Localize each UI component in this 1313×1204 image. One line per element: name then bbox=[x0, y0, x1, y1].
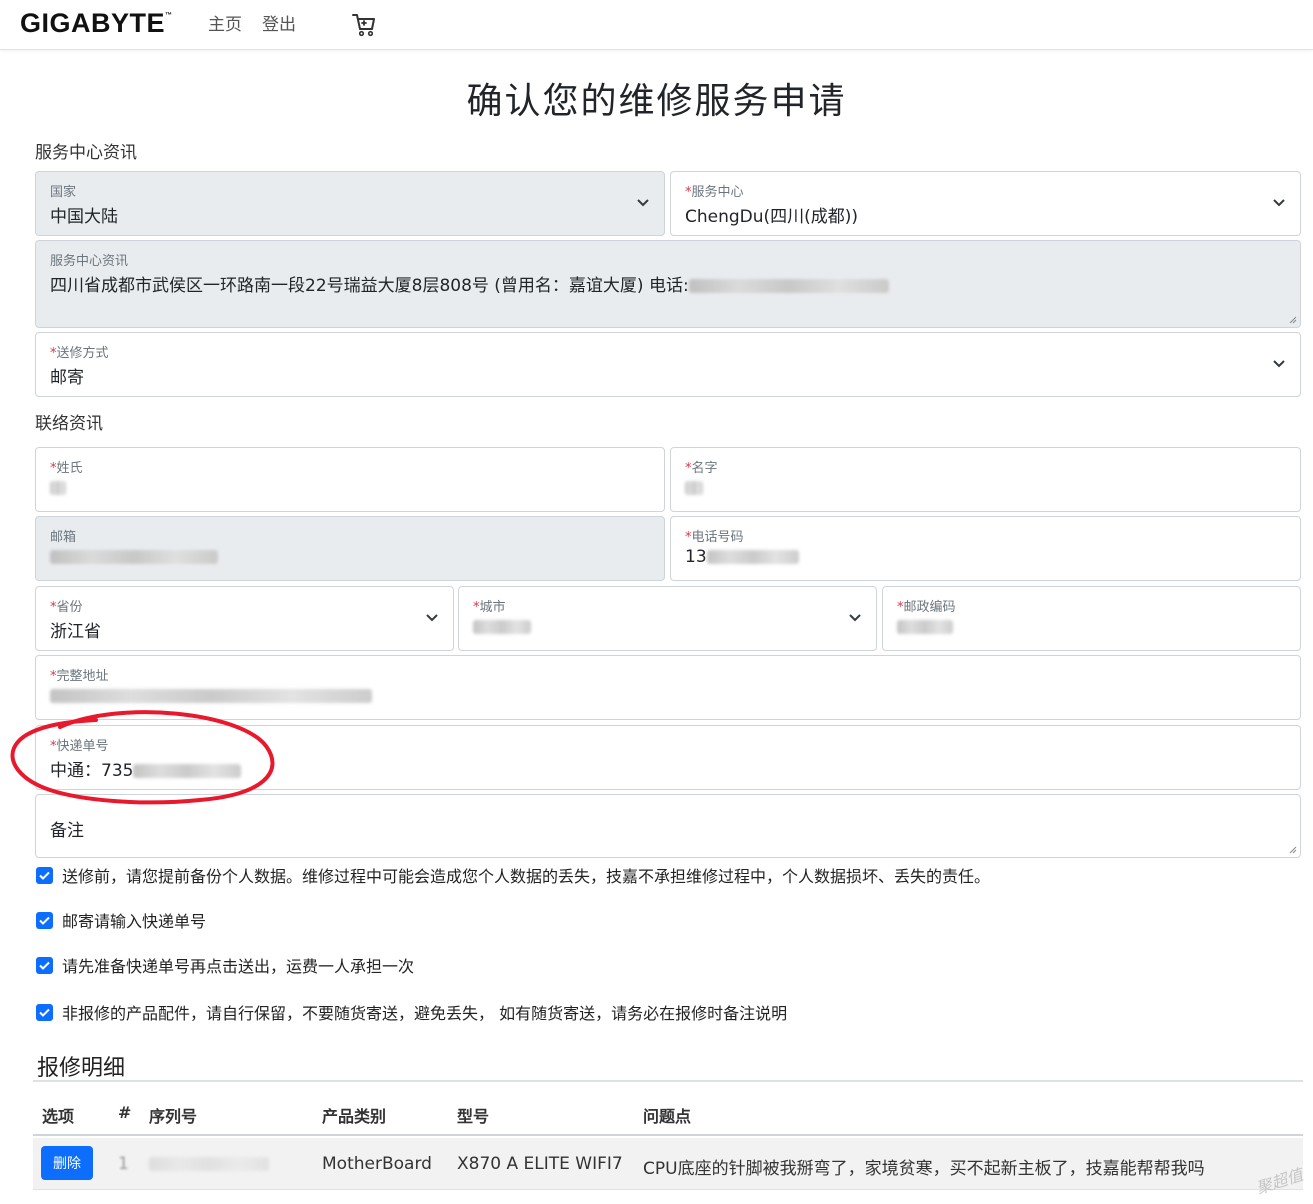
city-value bbox=[473, 617, 531, 637]
city-select[interactable]: *城市 bbox=[458, 586, 877, 651]
repair-detail-title: 报修明细 bbox=[37, 1056, 126, 1081]
row-category: MotherBoard bbox=[322, 1154, 432, 1174]
province-value: 浙江省 bbox=[50, 622, 101, 642]
row-index: 1 bbox=[118, 1154, 129, 1174]
phone-field[interactable]: *电话号码 13 bbox=[670, 516, 1301, 581]
table-row: 删除 1 MotherBoard X870 A ELITE WIFI7 CPU底… bbox=[33, 1138, 1303, 1190]
row-model: X870 A ELITE WIFI7 bbox=[457, 1154, 623, 1174]
province-label: *省份 bbox=[50, 600, 83, 615]
page-title: 确认您的维修服务申请 bbox=[466, 81, 847, 122]
row-issue: CPU底座的针脚被我掰弯了，家境贫寒，买不起新主板了，技嘉能帮帮我吗 bbox=[643, 1159, 1205, 1179]
phone-value: 13 bbox=[685, 547, 799, 567]
postal-code-value bbox=[897, 617, 953, 637]
redacted-surname bbox=[50, 481, 66, 495]
chevron-down-icon bbox=[1273, 199, 1285, 207]
redacted-phone-number bbox=[706, 550, 799, 564]
given-name-label: *名字 bbox=[685, 461, 718, 476]
nav-link-home[interactable]: 主页 bbox=[208, 10, 242, 35]
col-index: # bbox=[118, 1103, 132, 1122]
email-label: 邮箱 bbox=[50, 530, 77, 545]
email-field[interactable]: 邮箱 bbox=[35, 516, 665, 581]
check-backup-label: 送修前，请您提前备份个人数据。维修过程中可能会造成您个人数据的丢失，技嘉不承担维… bbox=[62, 867, 991, 886]
section-service-center: 服务中心资讯 bbox=[35, 143, 137, 163]
tracking-number-label: *快递单号 bbox=[50, 739, 109, 754]
check-accessories-label: 非报修的产品配件，请自行保留，不要随货寄送，避免丢失， 如有随货寄送，请务必在报… bbox=[62, 1004, 788, 1023]
resize-grip-icon[interactable] bbox=[1287, 844, 1297, 854]
surname-label: *姓氏 bbox=[50, 461, 83, 476]
city-label: *城市 bbox=[473, 600, 506, 615]
check-accessories[interactable]: 非报修的产品配件，请自行保留，不要随货寄送，避免丢失， 如有随货寄送，请务必在报… bbox=[36, 1000, 787, 1024]
check-tracking-required[interactable]: 邮寄请输入快递单号 bbox=[36, 908, 206, 932]
tracking-number-field[interactable]: *快递单号 中通：735 bbox=[35, 725, 1301, 790]
chevron-down-icon bbox=[1273, 360, 1285, 368]
redacted-phone bbox=[688, 279, 889, 293]
shipping-method-select[interactable]: *送修方式 邮寄 bbox=[35, 332, 1301, 397]
check-backup-data[interactable]: 送修前，请您提前备份个人数据。维修过程中可能会造成您个人数据的丢失，技嘉不承担维… bbox=[36, 863, 990, 887]
service-center-select[interactable]: *服务中心 ChengDu(四川(成都)) bbox=[670, 171, 1301, 236]
chevron-down-icon bbox=[637, 199, 649, 207]
province-select[interactable]: *省份 浙江省 bbox=[35, 586, 454, 651]
checkbox-checked-icon[interactable] bbox=[36, 956, 53, 974]
redacted-tracking bbox=[133, 764, 242, 778]
postal-code-label: *邮政编码 bbox=[897, 600, 956, 615]
shipping-method-label: *送修方式 bbox=[50, 346, 109, 361]
chevron-down-icon bbox=[426, 614, 438, 622]
given-name-value bbox=[685, 478, 703, 498]
col-model: 型号 bbox=[457, 1107, 490, 1126]
redacted-email bbox=[50, 550, 218, 564]
nav-link-logout[interactable]: 登出 bbox=[262, 10, 296, 35]
center-info-value: 四川省成都市武侯区一环路南一段22号瑞益大厦8层808号 (曾用名：嘉谊大厦) … bbox=[50, 271, 889, 296]
row-serial bbox=[149, 1154, 269, 1174]
divider bbox=[33, 1080, 1303, 1082]
service-center-label: *服务中心 bbox=[685, 185, 744, 200]
surname-value bbox=[50, 478, 66, 498]
center-info-label: 服务中心资讯 bbox=[50, 254, 129, 269]
redacted-city bbox=[473, 620, 531, 634]
tracking-number-value: 中通：735 bbox=[50, 756, 242, 781]
cart-icon[interactable] bbox=[350, 10, 378, 38]
shipping-method-value: 邮寄 bbox=[50, 368, 84, 388]
full-address-label: *完整地址 bbox=[50, 669, 109, 684]
remarks-textarea[interactable]: 备注 bbox=[35, 794, 1301, 858]
email-value bbox=[50, 547, 218, 567]
redacted-address bbox=[50, 689, 372, 703]
country-select[interactable]: 国家 中国大陆 bbox=[35, 171, 665, 236]
col-issue: 问题点 bbox=[643, 1107, 692, 1126]
country-value: 中国大陆 bbox=[50, 207, 118, 227]
phone-label: *电话号码 bbox=[685, 530, 744, 545]
postal-code-field[interactable]: *邮政编码 bbox=[882, 586, 1301, 651]
section-contact: 联络资讯 bbox=[35, 414, 103, 434]
full-address-value bbox=[50, 686, 372, 706]
top-navbar: GIGABYTE™ 主页 登出 bbox=[0, 0, 1313, 50]
full-address-field[interactable]: *完整地址 bbox=[35, 655, 1301, 720]
remarks-placeholder: 备注 bbox=[50, 821, 84, 841]
delete-button[interactable]: 删除 bbox=[41, 1146, 93, 1180]
col-serial: 序列号 bbox=[149, 1107, 198, 1126]
checkbox-checked-icon[interactable] bbox=[36, 911, 53, 929]
surname-field[interactable]: *姓氏 bbox=[35, 447, 665, 512]
center-info-textarea[interactable]: 服务中心资讯 四川省成都市武侯区一环路南一段22号瑞益大厦8层808号 (曾用名… bbox=[35, 240, 1301, 328]
redacted-given-name bbox=[685, 481, 703, 495]
resize-grip-icon[interactable] bbox=[1287, 314, 1297, 324]
col-option: 选项 bbox=[42, 1107, 75, 1126]
given-name-field[interactable]: *名字 bbox=[670, 447, 1301, 512]
redacted-postal-code bbox=[897, 620, 953, 634]
redacted-serial bbox=[149, 1157, 269, 1171]
checkbox-checked-icon[interactable] bbox=[36, 1003, 53, 1021]
checkbox-checked-icon[interactable] bbox=[36, 866, 53, 884]
check-shipping-fee-label: 请先准备快递单号再点击送出，运费一人承担一次 bbox=[62, 957, 415, 976]
chevron-down-icon bbox=[849, 614, 861, 622]
check-tracking-label: 邮寄请输入快递单号 bbox=[62, 912, 207, 931]
brand-logo[interactable]: GIGABYTE™ bbox=[20, 8, 173, 39]
country-label: 国家 bbox=[50, 185, 77, 200]
check-shipping-fee[interactable]: 请先准备快递单号再点击送出，运费一人承担一次 bbox=[36, 953, 414, 977]
service-center-value: ChengDu(四川(成都)) bbox=[685, 207, 859, 227]
table-header: 选项 # 序列号 产品类别 型号 问题点 bbox=[33, 1090, 1303, 1136]
col-category: 产品类别 bbox=[322, 1107, 387, 1126]
